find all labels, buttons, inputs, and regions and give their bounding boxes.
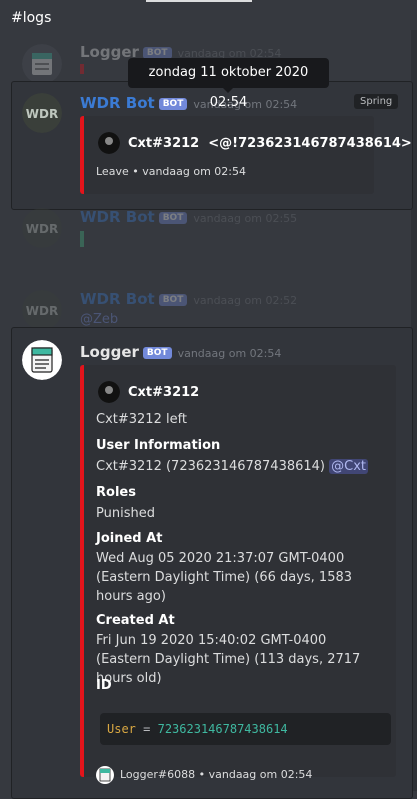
member-left-embed: Cxt#3212 Cxt#3212 left User Information … [80,365,396,784]
embed-footer: Leave • vandaag om 02:54 [96,165,247,178]
code-key: User [107,722,136,736]
svg-text:WDR: WDR [26,222,58,236]
message-wdrbot-2[interactable]: WDR WDR Bot BOT vandaag om 02:55 [0,205,413,250]
mention-snippet[interactable]: @Zeb [80,312,118,327]
message-logger-2[interactable]: Logger BOT vandaag om 02:54 Cxt#3212 Cxt#3… [0,327,413,791]
embed-stub [80,231,84,247]
embed-author[interactable]: Cxt#3212 [128,385,199,400]
author-avatar[interactable] [98,132,120,154]
id-code-block[interactable]: User = 723623146787438614 [100,713,391,745]
username[interactable]: WDR Bot [80,208,155,226]
channel-name[interactable]: #logs [11,10,51,26]
top-tab-bar [0,0,417,5]
embed-description: Cxt#3212 left [96,412,188,427]
author-avatar[interactable] [98,381,120,403]
username[interactable]: Logger [80,343,139,361]
message-wdrbot-1[interactable]: WDR WDR BotBOTvandaag om 02:54 Cxt#3212 … [0,81,413,209]
timestamp-tooltip: zondag 11 oktober 2020 02:54 [128,58,329,110]
embed-stub [80,64,84,74]
svg-text:WDR: WDR [26,107,58,121]
timestamp[interactable]: vandaag om 02:55 [193,212,297,225]
code-op: = [143,722,151,736]
user-info-text: Cxt#3212 (723623146787438614) [96,459,325,474]
embed-author[interactable]: Cxt#3212 [128,136,199,151]
field-value-joined: Wed Aug 05 2020 21:37:07 GMT-0400 (Easte… [96,551,353,604]
logger-avatar[interactable] [22,44,62,84]
logger-avatar[interactable] [22,340,62,380]
code-value: 723623146787438614 [157,722,288,736]
field-name-created: Created At [96,613,175,628]
username[interactable]: WDR Bot [80,290,155,308]
bot-badge: BOT [158,294,188,306]
wdr-avatar[interactable]: WDR [22,93,62,133]
field-value-roles: Punished [96,506,155,521]
field-name-joined: Joined At [96,531,163,546]
message-wdrbot-3[interactable]: WDR WDR Bot BOT vandaag om 02:52 @Zeb [0,287,413,330]
field-name-id: ID [96,678,112,693]
timestamp[interactable]: vandaag om 02:52 [193,294,297,307]
role-tag: Spring [354,94,399,109]
field-name-roles: Roles [96,485,136,500]
timestamp[interactable]: vandaag om 02:54 [178,347,282,360]
bot-badge: BOT [158,212,188,224]
active-tab-indicator [146,0,252,2]
user-mention[interactable]: @Cxt [329,459,369,474]
username[interactable]: WDR Bot [80,94,155,112]
embed-footer: Logger#6088 • vandaag om 02:54 [120,768,313,781]
wdr-avatar[interactable]: WDR [22,208,62,248]
leave-embed: Cxt#3212 <@!723623146787438614> Leave • … [80,116,412,194]
footer-icon [96,766,114,788]
wdr-avatar[interactable]: WDR [22,290,62,330]
bot-badge: BOT [158,98,188,110]
field-value-user-info: Cxt#3212 (723623146787438614) @Cxt [96,457,369,476]
field-name-user-info: User Information [96,438,221,453]
embed-mention-text: <@!723623146787438614> [208,136,412,151]
svg-text:WDR: WDR [26,304,58,318]
field-value-created: Fri Jun 19 2020 15:40:02 GMT-0400 (Easte… [96,633,361,686]
bot-badge: BOT [142,347,172,359]
